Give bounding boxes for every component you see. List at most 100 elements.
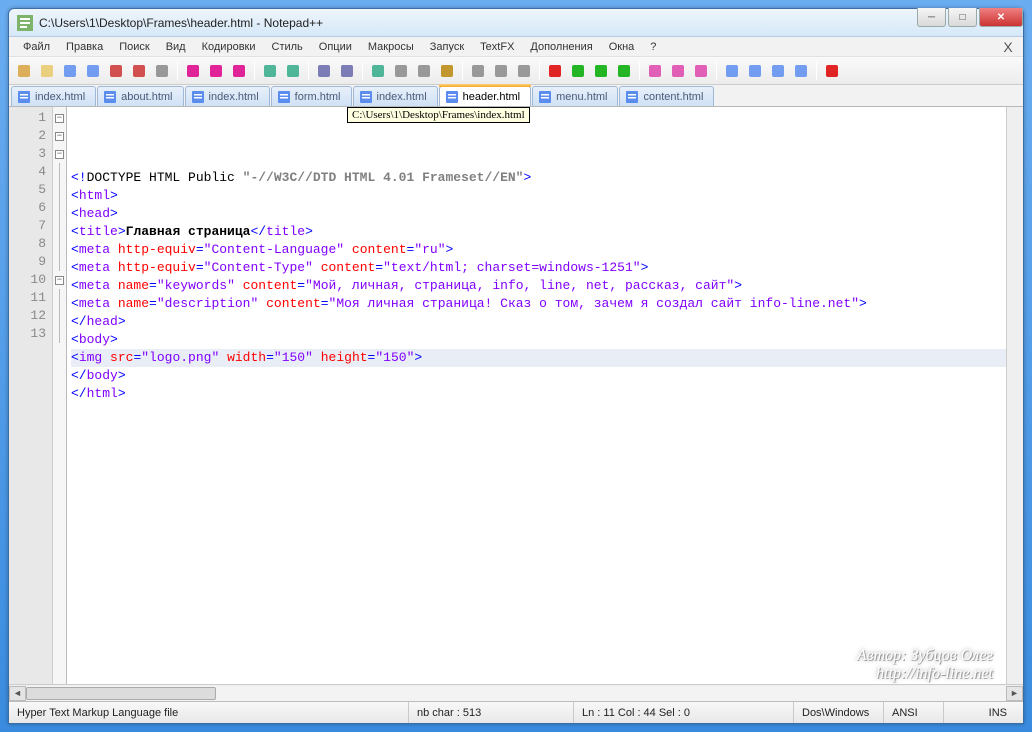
plug3-button[interactable] [767,60,789,82]
play4-icon [593,63,609,79]
menu-стиль[interactable]: Стиль [264,39,311,55]
maximize-button[interactable]: □ [948,8,977,27]
run1-button[interactable] [644,60,666,82]
code-line-8[interactable]: <meta name="description" content="Моя ли… [71,295,1006,313]
spell-button[interactable] [821,60,843,82]
code-line-13[interactable]: </html> [71,385,1006,403]
paste-button[interactable] [228,60,250,82]
hide-button[interactable] [513,60,535,82]
save-all-button[interactable] [82,60,104,82]
cut-icon [185,63,201,79]
fold-toggle[interactable]: − [55,150,64,159]
menu-дополнения[interactable]: Дополнения [522,39,600,55]
watermark-author: Автор: Зубцов Олег [857,647,993,665]
scroll-left-icon[interactable]: ◄ [9,686,26,701]
code-line-1[interactable]: <!DOCTYPE HTML Public "-//W3C//DTD HTML … [71,169,1006,187]
open-button[interactable] [36,60,58,82]
menu-?[interactable]: ? [642,39,664,55]
cut-button[interactable] [182,60,204,82]
guides-button[interactable] [390,60,412,82]
code-content[interactable]: C:\Users\1\Desktop\Frames\index.html <!D… [67,107,1006,684]
status-encoding: ANSI [884,702,944,723]
hide-icon [516,63,532,79]
menu-поиск[interactable]: Поиск [111,39,157,55]
print-button[interactable] [151,60,173,82]
close-all-button[interactable] [128,60,150,82]
unfold-button[interactable] [490,60,512,82]
menu-запуск[interactable]: Запуск [422,39,472,55]
menu-кодировки[interactable]: Кодировки [194,39,264,55]
menu-textfx[interactable]: TextFX [472,39,522,55]
copy-button[interactable] [205,60,227,82]
menu-close-button[interactable]: X [999,39,1017,55]
tab-index-html[interactable]: index.html [185,86,270,106]
new-icon [16,63,32,79]
tab-index-html[interactable]: index.html [353,86,438,106]
run3-button[interactable] [690,60,712,82]
play1-button[interactable] [613,60,635,82]
tab-content-html[interactable]: content.html [619,86,714,106]
code-line-5[interactable]: <meta http-equiv="Content-Language" cont… [71,241,1006,259]
new-button[interactable] [13,60,35,82]
code-line-7[interactable]: <meta name="keywords" content="Мой, личн… [71,277,1006,295]
indent-button[interactable] [413,60,435,82]
menu-вид[interactable]: Вид [158,39,194,55]
status-mode: INS [944,702,1023,723]
tab-menu-html[interactable]: menu.html [532,86,618,106]
menu-макросы[interactable]: Макросы [360,39,422,55]
menu-опции[interactable]: Опции [311,39,360,55]
play-button[interactable] [567,60,589,82]
run2-button[interactable] [667,60,689,82]
find-icon [316,63,332,79]
close-button[interactable] [105,60,127,82]
find-button[interactable] [313,60,335,82]
watermark: Автор: Зубцов Олег http://info-line.net [857,647,993,683]
code-line-12[interactable]: </body> [71,367,1006,385]
minimize-button[interactable]: ─ [917,8,946,27]
vertical-scrollbar[interactable] [1006,107,1023,684]
file-icon [359,90,373,104]
close-button[interactable]: ✕ [979,8,1023,27]
code-line-2[interactable]: <html> [71,187,1006,205]
horizontal-scrollbar[interactable]: ◄ ► [9,684,1023,701]
file-icon [625,90,639,104]
fold-toggle[interactable]: − [55,132,64,141]
tab-header-html[interactable]: header.html [439,86,531,106]
tab-form-html[interactable]: form.html [271,86,352,106]
code-line-3[interactable]: <head> [71,205,1006,223]
menu-файл[interactable]: Файл [15,39,58,55]
tab-about-html[interactable]: about.html [97,86,183,106]
menu-окна[interactable]: Окна [601,39,643,55]
code-line-6[interactable]: <meta http-equiv="Content-Type" content=… [71,259,1006,277]
plug1-button[interactable] [721,60,743,82]
file-icon [103,90,117,104]
save-button[interactable] [59,60,81,82]
undo-button[interactable] [259,60,281,82]
code-line-4[interactable]: <title>Главная страница</title> [71,223,1006,241]
fold-toggle[interactable]: − [55,276,64,285]
scroll-thumb[interactable] [26,687,216,700]
code-line-11[interactable]: <img src="logo.png" width="150" height="… [71,349,1006,367]
status-filetype: Hyper Text Markup Language file [9,702,409,723]
tab-index-html[interactable]: index.html [11,86,96,106]
run3-icon [693,63,709,79]
replace-button[interactable] [336,60,358,82]
menu-правка[interactable]: Правка [58,39,111,55]
ww-button[interactable] [367,60,389,82]
code-line-9[interactable]: </head> [71,313,1006,331]
scroll-right-icon[interactable]: ► [1006,686,1023,701]
fold-toggle[interactable]: − [55,114,64,123]
tabbar: index.htmlabout.htmlindex.htmlform.htmli… [9,85,1023,107]
redo-button[interactable] [282,60,304,82]
file-icon [538,90,552,104]
fold-button[interactable] [467,60,489,82]
plug2-button[interactable] [744,60,766,82]
code-line-10[interactable]: <body> [71,331,1006,349]
rec-icon [547,63,563,79]
play4-button[interactable] [590,60,612,82]
rec-button[interactable] [544,60,566,82]
titlebar[interactable]: C:\Users\1\Desktop\Frames\header.html - … [9,9,1023,37]
ud1-button[interactable] [436,60,458,82]
run1-icon [647,63,663,79]
plug4-button[interactable] [790,60,812,82]
